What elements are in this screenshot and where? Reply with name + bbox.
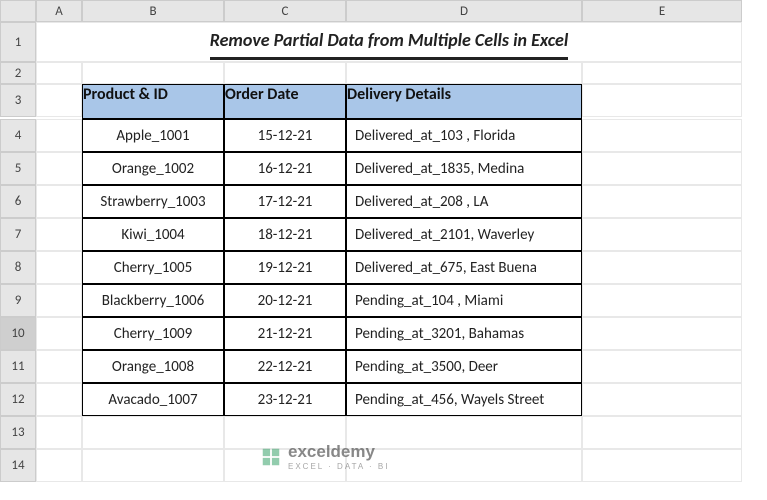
- row-header-9[interactable]: 9: [0, 284, 36, 317]
- table-row[interactable]: Orange_1002: [82, 152, 224, 185]
- cell-e11[interactable]: [582, 350, 742, 383]
- cell-b13[interactable]: [82, 416, 224, 449]
- header-order[interactable]: Order Date: [224, 84, 346, 119]
- cell-e7[interactable]: [582, 218, 742, 251]
- page-title: Remove Partial Data from Multiple Cells …: [210, 25, 569, 60]
- table-row[interactable]: 21-12-21: [224, 317, 346, 350]
- table-row[interactable]: 15-12-21: [224, 119, 346, 152]
- cell-d2[interactable]: [346, 62, 582, 84]
- table-row[interactable]: Pending_at_456, Wayels Street: [346, 383, 582, 416]
- row-header-13[interactable]: 13: [0, 416, 36, 449]
- cell-a2[interactable]: [36, 62, 82, 84]
- header-delivery[interactable]: Delivery Details: [346, 84, 582, 119]
- table-row[interactable]: Delivered_at_103 , Florida: [346, 119, 582, 152]
- table-row[interactable]: 23-12-21: [224, 383, 346, 416]
- cell-e10[interactable]: [582, 317, 742, 350]
- table-row[interactable]: 19-12-21: [224, 251, 346, 284]
- row-header-12[interactable]: 12: [0, 383, 36, 416]
- cell-e12[interactable]: [582, 383, 742, 416]
- cell-e14[interactable]: [582, 449, 742, 482]
- watermark-tagline: EXCEL · DATA · BI: [288, 462, 389, 471]
- table-row[interactable]: Cherry_1005: [82, 251, 224, 284]
- table-row[interactable]: 16-12-21: [224, 152, 346, 185]
- table-row[interactable]: Strawberry_1003: [82, 185, 224, 218]
- table-row[interactable]: Delivered_at_208 , LA: [346, 185, 582, 218]
- row-header-6[interactable]: 6: [0, 185, 36, 218]
- table-row[interactable]: Pending_at_104 , Miami: [346, 284, 582, 317]
- table-row[interactable]: Apple_1001: [82, 119, 224, 152]
- row-header-2[interactable]: 2: [0, 62, 36, 84]
- spreadsheet: A B C D E 1 Remove Partial Data from Mul…: [0, 0, 767, 482]
- row-header-7[interactable]: 7: [0, 218, 36, 251]
- cell-a6[interactable]: [36, 185, 82, 218]
- header-product[interactable]: Product & ID: [82, 84, 224, 119]
- cell-e9[interactable]: [582, 284, 742, 317]
- select-all-corner[interactable]: [0, 0, 36, 22]
- row-header-5[interactable]: 5: [0, 152, 36, 185]
- col-header-d[interactable]: D: [346, 0, 582, 22]
- cell-e13[interactable]: [582, 416, 742, 449]
- table-row[interactable]: Avacado_1007: [82, 383, 224, 416]
- table-row[interactable]: Cherry_1009: [82, 317, 224, 350]
- cell-c2[interactable]: [224, 62, 346, 84]
- cell-a4[interactable]: [36, 119, 82, 152]
- cell-a9[interactable]: [36, 284, 82, 317]
- cell-e3[interactable]: [582, 84, 742, 117]
- table-row[interactable]: 18-12-21: [224, 218, 346, 251]
- cell-a13[interactable]: [36, 416, 82, 449]
- row-header-11[interactable]: 11: [0, 350, 36, 383]
- cell-e8[interactable]: [582, 251, 742, 284]
- watermark: exceldemy EXCEL · DATA · BI: [260, 442, 389, 471]
- table-row[interactable]: Pending_at_3201, Bahamas: [346, 317, 582, 350]
- cell-a14[interactable]: [36, 449, 82, 482]
- row-header-14[interactable]: 14: [0, 449, 36, 482]
- brand-icon: [260, 446, 282, 468]
- table-row[interactable]: 17-12-21: [224, 185, 346, 218]
- table-row[interactable]: Delivered_at_675, East Buena: [346, 251, 582, 284]
- cell-a12[interactable]: [36, 383, 82, 416]
- table-row[interactable]: Blackberry_1006: [82, 284, 224, 317]
- title-cell[interactable]: Remove Partial Data from Multiple Cells …: [36, 22, 742, 62]
- col-header-a[interactable]: A: [36, 0, 82, 22]
- cell-b14[interactable]: [82, 449, 224, 482]
- row-header-1[interactable]: 1: [0, 22, 36, 62]
- row-header-4[interactable]: 4: [0, 119, 36, 152]
- watermark-brand: exceldemy: [288, 442, 389, 462]
- cell-e5[interactable]: [582, 152, 742, 185]
- cell-a7[interactable]: [36, 218, 82, 251]
- cell-a10[interactable]: [36, 317, 82, 350]
- table-row[interactable]: Kiwi_1004: [82, 218, 224, 251]
- row-header-3[interactable]: 3: [0, 84, 36, 117]
- col-header-e[interactable]: E: [582, 0, 742, 22]
- table-row[interactable]: Orange_1008: [82, 350, 224, 383]
- row-header-8[interactable]: 8: [0, 251, 36, 284]
- table-row[interactable]: 22-12-21: [224, 350, 346, 383]
- watermark-text: exceldemy EXCEL · DATA · BI: [288, 442, 389, 471]
- cell-b2[interactable]: [82, 62, 224, 84]
- table-row[interactable]: Delivered_at_2101, Waverley: [346, 218, 582, 251]
- cell-a8[interactable]: [36, 251, 82, 284]
- row-header-10[interactable]: 10: [0, 317, 36, 350]
- cell-a11[interactable]: [36, 350, 82, 383]
- cell-a3[interactable]: [36, 84, 82, 117]
- cell-e4[interactable]: [582, 119, 742, 152]
- table-row[interactable]: 20-12-21: [224, 284, 346, 317]
- col-header-c[interactable]: C: [224, 0, 346, 22]
- col-header-b[interactable]: B: [82, 0, 224, 22]
- table-row[interactable]: Delivered_at_1835, Medina: [346, 152, 582, 185]
- cell-a5[interactable]: [36, 152, 82, 185]
- table-row[interactable]: Pending_at_3500, Deer: [346, 350, 582, 383]
- cell-e2[interactable]: [582, 62, 742, 84]
- cell-e6[interactable]: [582, 185, 742, 218]
